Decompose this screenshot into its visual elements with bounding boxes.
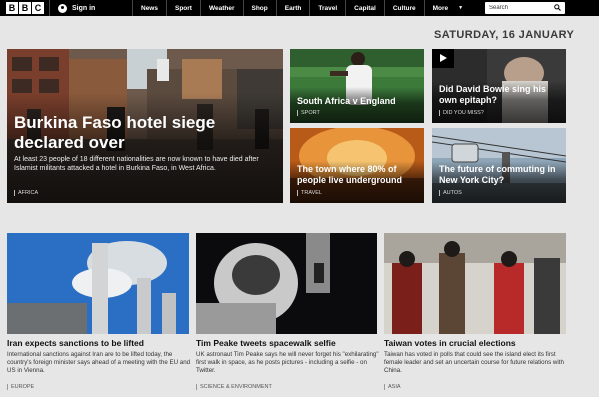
hero-section-tag[interactable]: AFRICA — [14, 190, 38, 196]
story-headline-taiwan[interactable]: Taiwan votes in crucial elections — [384, 338, 516, 348]
card-section-tag: AUTOS — [439, 190, 462, 196]
nav-item-culture[interactable]: Culture — [383, 0, 424, 16]
card-headline: The future of commuting in New York City… — [439, 164, 556, 185]
story-summary-iran: International sanctions against Iran are… — [7, 351, 191, 374]
card-section-tag: DID YOU MISS? — [439, 110, 484, 116]
card-headline: Did David Bowie sing his own epitaph? — [439, 84, 547, 105]
story-summary-peake: UK astronaut Tim Peake says he will neve… — [196, 351, 379, 374]
search-input[interactable] — [489, 5, 549, 11]
search-box[interactable] — [485, 2, 565, 14]
sign-in-link[interactable]: Sign in — [49, 0, 95, 16]
story-tag-taiwan[interactable]: ASIA — [384, 384, 401, 390]
story-tag-iran[interactable]: EUROPE — [7, 384, 34, 390]
logo-letter-b1: B — [6, 2, 18, 14]
page-date: SATURDAY, 16 JANUARY — [434, 29, 575, 41]
hero-summary: At least 23 people of 18 different natio… — [14, 156, 259, 172]
story-card-autos[interactable]: The future of commuting in New York City… — [432, 128, 566, 203]
chevron-down-icon: ▼ — [458, 5, 464, 11]
spacewalk-image — [196, 233, 377, 334]
sign-in-label: Sign in — [72, 4, 96, 12]
card-section-tag: TRAVEL — [297, 190, 322, 196]
main-nav: News Sport Weather Shop Earth Travel Cap… — [132, 0, 471, 16]
story-image-taiwan[interactable] — [384, 233, 566, 334]
nav-item-news[interactable]: News — [132, 0, 166, 16]
card-headline: South Africa v England — [297, 96, 396, 106]
play-icon[interactable] — [432, 49, 454, 68]
top-navigation-bar: B B C Sign in News Sport Weather Shop Ea… — [0, 0, 599, 16]
nav-item-more[interactable]: More ▼ — [423, 0, 471, 16]
nav-item-capital[interactable]: Capital — [345, 0, 384, 16]
nav-more-label: More — [432, 4, 449, 12]
story-card-sport[interactable]: South Africa v England SPORT — [290, 49, 424, 123]
story-image-peake[interactable] — [196, 233, 377, 334]
iran-reactor-image — [7, 233, 189, 334]
card-section-tag: SPORT — [297, 110, 320, 116]
story-summary-taiwan: Taiwan has voted in polls that could see… — [384, 351, 564, 374]
card-headline: The town where 80% of people live underg… — [297, 164, 403, 185]
story-headline-iran[interactable]: Iran expects sanctions to be lifted — [7, 338, 144, 348]
search-icon[interactable] — [554, 4, 561, 11]
taiwan-election-image — [384, 233, 566, 334]
hero-headline[interactable]: Burkina Faso hotel siege declared over — [14, 113, 244, 153]
logo-letter-c: C — [32, 2, 44, 14]
logo-letter-b2: B — [19, 2, 31, 14]
nav-item-shop[interactable]: Shop — [242, 0, 276, 16]
story-tag-peake[interactable]: SCIENCE & ENVIRONMENT — [196, 384, 272, 390]
story-image-iran[interactable] — [7, 233, 189, 334]
story-card-travel[interactable]: The town where 80% of people live underg… — [290, 128, 424, 203]
nav-item-travel[interactable]: Travel — [309, 0, 345, 16]
story-headline-peake[interactable]: Tim Peake tweets spacewalk selfie — [196, 338, 336, 348]
nav-item-earth[interactable]: Earth — [275, 0, 310, 16]
bbc-logo[interactable]: B B C — [6, 2, 44, 14]
nav-item-sport[interactable]: Sport — [165, 0, 200, 16]
nav-item-weather[interactable]: Weather — [199, 0, 243, 16]
user-icon — [58, 3, 67, 13]
